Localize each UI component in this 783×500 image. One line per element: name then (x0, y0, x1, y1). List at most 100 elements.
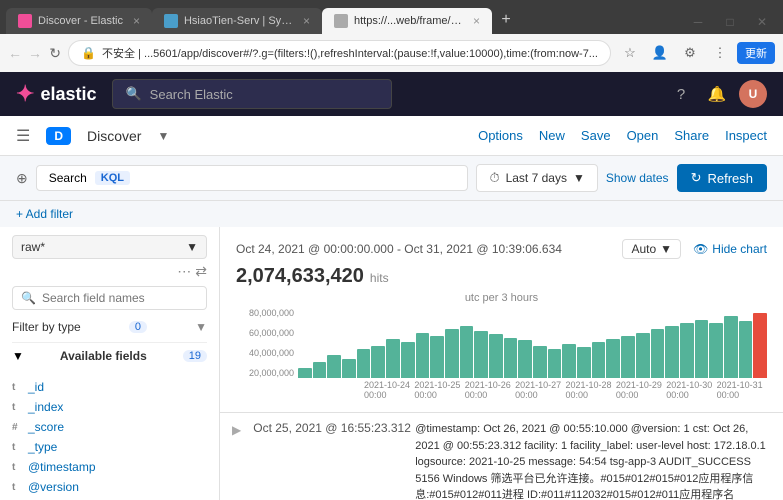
address-bar[interactable]: 🔒 不安全 | ...5601/app/discover#/?.g=(filte… (68, 40, 611, 66)
open-link[interactable]: Open (627, 128, 659, 143)
add-filter-button[interactable]: + Add filter (16, 207, 767, 221)
tab-active[interactable]: https://...web/frame/cn/ × (322, 8, 492, 34)
window-controls: ─ □ ✕ (683, 10, 777, 34)
tab-discover[interactable]: Discover - Elastic × (6, 8, 152, 34)
user-avatar[interactable]: U (739, 80, 767, 108)
kql-badge[interactable]: KQL (95, 171, 130, 185)
extensions-icon[interactable]: ⚙ (677, 40, 703, 66)
field-type-icon: t (12, 382, 22, 393)
tab-favicon (18, 14, 32, 28)
tab-close-active[interactable]: × (473, 14, 480, 28)
index-pattern-label: raw* (21, 240, 45, 254)
tab-title-active: https://...web/frame/cn/ (354, 15, 463, 27)
chart-bar (327, 355, 341, 378)
global-search-bar[interactable]: 🔍 Search Elastic (112, 79, 392, 109)
y-label-1: 80,000,000 (236, 308, 294, 318)
chart-bar (504, 338, 518, 378)
new-tab-button[interactable]: + (492, 6, 520, 34)
result-row-1[interactable]: ▶ Oct 25, 2021 @ 16:55:23.312 @timestamp… (220, 413, 783, 500)
hamburger-menu[interactable]: ☰ (16, 126, 30, 146)
chart-bar (342, 359, 356, 379)
field-name-label: _index (28, 400, 63, 414)
sidebar-top: raw* ▼ ⋯ ⇄ 🔍 Filter by type 0 ▼ ▼ (0, 227, 219, 377)
chart-bar (445, 329, 459, 378)
field-item-type[interactable]: t _type (0, 437, 219, 457)
expand-icon[interactable]: ▶ (232, 421, 241, 500)
bookmark-icon[interactable]: ☆ (617, 40, 643, 66)
field-name-label: _id (28, 380, 44, 394)
options-link[interactable]: Options (478, 128, 523, 143)
x-label-4: 2021-10-27 00:00 (515, 380, 565, 400)
filter-icon: ⊕ (16, 170, 28, 187)
field-search-wrap[interactable]: 🔍 (12, 286, 207, 310)
time-range-label: Last 7 days (506, 171, 567, 185)
share-link[interactable]: Share (674, 128, 709, 143)
hide-chart-button[interactable]: 👁 Hide chart (693, 242, 767, 256)
index-settings-icon[interactable]: ⋯ (177, 263, 191, 280)
search-input-wrap[interactable]: Search KQL (36, 165, 469, 191)
save-link[interactable]: Save (581, 128, 611, 143)
update-button[interactable]: 更新 (737, 42, 775, 64)
x-label-7: 2021-10-30 00:00 (666, 380, 716, 400)
chart-area: Oct 24, 2021 @ 00:00:00.000 - Oct 31, 20… (220, 227, 783, 413)
available-fields-label: Available fields (60, 349, 147, 363)
elastic-logo-text: elastic (40, 84, 96, 105)
maximize-button[interactable]: □ (715, 10, 745, 34)
close-window-button[interactable]: ✕ (747, 10, 777, 34)
refresh-button[interactable]: ↻ Refresh (677, 164, 767, 192)
hits-label: hits (370, 271, 389, 285)
field-item-timestamp[interactable]: t @timestamp (0, 457, 219, 477)
chart-bar (533, 346, 547, 379)
chart-bar (489, 334, 503, 378)
field-item-index[interactable]: t _index (0, 397, 219, 417)
profile-icon[interactable]: 👤 (647, 40, 673, 66)
chart-bar (651, 329, 665, 378)
tab-close-discover[interactable]: × (133, 14, 140, 28)
alerts-icon[interactable]: 🔔 (703, 80, 731, 108)
help-icon[interactable]: ? (667, 80, 695, 108)
field-item-id[interactable]: t _id (0, 377, 219, 397)
show-dates-button[interactable]: Show dates (606, 171, 669, 185)
tab-title-discover: Discover - Elastic (38, 15, 123, 27)
reload-button[interactable]: ↻ (48, 40, 62, 66)
elastic-logo[interactable]: ✦ elastic (16, 81, 96, 107)
available-fields-header: ▼ Available fields 19 (12, 342, 207, 369)
field-search-icon: 🔍 (21, 291, 36, 305)
x-label-5: 2021-10-28 00:00 (566, 380, 616, 400)
field-item-score[interactable]: # _score (0, 417, 219, 437)
auto-chevron-icon: ▼ (660, 242, 672, 256)
minimize-button[interactable]: ─ (683, 10, 713, 34)
y-label-2: 60,000,000 (236, 328, 294, 338)
date-range-text: Oct 24, 2021 @ 00:00:00.000 - Oct 31, 20… (236, 242, 562, 256)
refresh-icon: ↻ (691, 170, 702, 186)
x-label-1: 2021-10-24 00:00 (364, 380, 414, 400)
menu-icon[interactable]: ⋮ (707, 40, 733, 66)
tab-close-syncthing[interactable]: × (303, 14, 310, 28)
nav-right-links: Options New Save Open Share Inspect (478, 128, 767, 143)
chart-bar (430, 336, 444, 378)
auto-select[interactable]: Auto ▼ (622, 239, 681, 259)
kibana-header: ✦ elastic 🔍 Search Elastic ? 🔔 U (0, 72, 783, 116)
forward-button[interactable]: → (28, 40, 42, 66)
tab-syncthing[interactable]: HsiaoTien-Serv | Syncthing × (152, 8, 322, 34)
results-list: ▶ Oct 25, 2021 @ 16:55:23.312 @timestamp… (220, 413, 783, 500)
back-button[interactable]: ← (8, 40, 22, 66)
chart-body: 80,000,000 60,000,000 40,000,000 20,000,… (236, 308, 767, 400)
kibana-app: ✦ elastic 🔍 Search Elastic ? 🔔 U ☰ D Dis… (0, 72, 783, 500)
new-link[interactable]: New (539, 128, 565, 143)
field-search-input[interactable] (42, 291, 198, 305)
inspect-link[interactable]: Inspect (725, 128, 767, 143)
results-area: Oct 24, 2021 @ 00:00:00.000 - Oct 31, 20… (220, 227, 783, 500)
chart-bar (371, 346, 385, 379)
x-label-3: 2021-10-26 00:00 (465, 380, 515, 400)
field-item-version[interactable]: t @version (0, 477, 219, 497)
chart-bar (357, 349, 371, 378)
auto-label: Auto (631, 242, 656, 256)
index-pattern-select[interactable]: raw* ▼ (12, 235, 207, 259)
browser-action-buttons: ☆ 👤 ⚙ ⋮ 更新 (617, 40, 775, 66)
time-filter[interactable]: ⏱ Last 7 days ▼ (476, 164, 597, 192)
chart-bar (724, 316, 738, 378)
filter-type-chevron-icon[interactable]: ▼ (195, 320, 207, 334)
index-columns-icon[interactable]: ⇄ (195, 263, 207, 280)
field-type-icon: t (12, 482, 22, 493)
